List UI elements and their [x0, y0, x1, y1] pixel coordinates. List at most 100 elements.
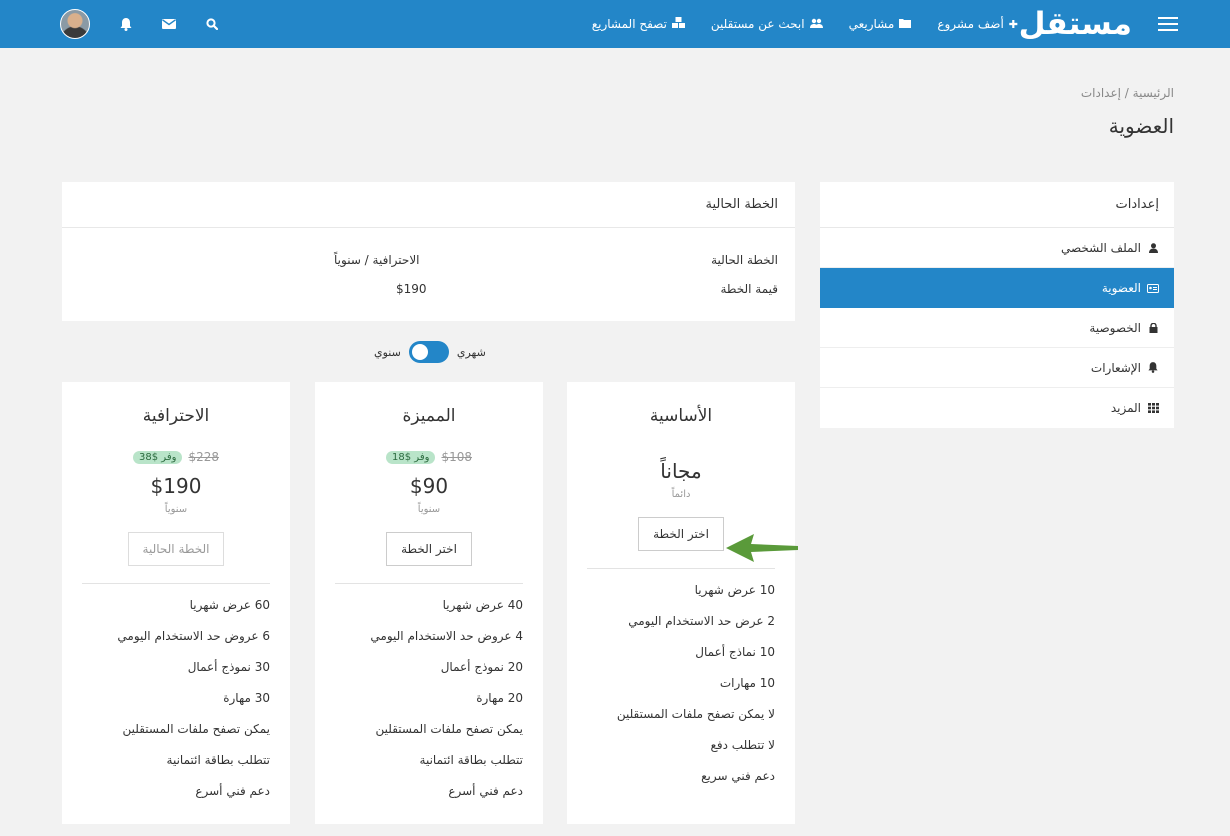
feature-item: 60 عرض شهريا — [189, 598, 270, 612]
user-avatar[interactable] — [60, 9, 90, 39]
plan-card-basic: الأساسية مجاناً دائماً اختر الخطة 10 عرض… — [567, 382, 795, 824]
current-plan-button: الخطة الحالية — [127, 532, 225, 566]
plan-card-professional: الاحترافية $228 وفر $38 $190 سنوياً الخط… — [62, 382, 290, 824]
plan-name: الاحترافية — [142, 406, 210, 426]
toggle-label-monthly: شهري — [456, 345, 486, 359]
breadcrumb-separator: / — [1124, 86, 1129, 100]
plan-card-premium: المميزة $108 وفر $18 $90 سنوياً اختر الخ… — [315, 382, 543, 824]
breadcrumb-home[interactable]: الرئيسية — [1133, 86, 1174, 100]
feature-item: 30 نموذج أعمال — [187, 660, 270, 674]
feature-item: دعم فني أسرع — [195, 784, 270, 798]
breadcrumb-current: إعدادات — [1080, 86, 1121, 100]
billing-period-switch[interactable] — [408, 341, 449, 363]
nav-add-project[interactable]: ✚ أضف مشروع — [937, 17, 1018, 31]
plan-period: دائماً — [671, 489, 691, 500]
nav-link-label: تصفح المشاريع — [591, 17, 667, 31]
plan-features: 10 عرض شهريا 2 عرض حد الاستخدام اليومي 1… — [567, 575, 795, 792]
breadcrumb: الرئيسية / إعدادات — [1081, 86, 1174, 100]
plan-price: مجاناً — [660, 459, 702, 483]
plan-price: $90 — [409, 474, 449, 498]
folder-icon — [899, 18, 912, 31]
feature-item: 4 عروض حد الاستخدام اليومي — [370, 629, 523, 643]
divider — [82, 583, 270, 584]
settings-sidebar: إعدادات الملف الشخصي العضوية الخصوصية ال… — [820, 182, 1174, 428]
feature-item: 10 عرض شهريا — [694, 583, 775, 597]
top-icons — [60, 0, 218, 48]
old-price: $228 — [188, 450, 219, 464]
plan-period: سنوياً — [417, 504, 441, 515]
feature-item: يمكن تصفح ملفات المستقلين — [122, 722, 270, 736]
sidebar-item-label: الملف الشخصي — [1061, 240, 1141, 255]
sidebar-item-privacy[interactable]: الخصوصية — [820, 308, 1174, 348]
sidebar-item-more[interactable]: المزيد — [820, 388, 1174, 428]
current-plan-heading: الخطة الحالية — [62, 182, 795, 228]
sidebar-item-notifications[interactable]: الإشعارات — [820, 348, 1174, 388]
annotation-arrow-icon — [726, 534, 798, 562]
feature-item: 30 مهارة — [223, 691, 270, 705]
plan-features: 40 عرض شهريا 4 عروض حد الاستخدام اليومي … — [315, 590, 543, 807]
lock-icon — [1147, 322, 1159, 333]
current-plan-label: الخطة الحالية — [711, 253, 778, 267]
sidebar-heading: إعدادات — [820, 182, 1174, 228]
search-icon[interactable] — [206, 18, 218, 30]
sidebar-item-label: الخصوصية — [1089, 320, 1141, 335]
menu-icon[interactable] — [1158, 14, 1178, 34]
feature-item: 6 عروض حد الاستخدام اليومي — [117, 629, 270, 643]
plan-value-amount: $190 — [396, 282, 427, 296]
price-discount-line: $228 وفر $38 — [62, 448, 290, 466]
feature-item: 20 مهارة — [476, 691, 523, 705]
user-icon — [1147, 242, 1159, 253]
site-logo[interactable]: مستقل — [1019, 4, 1133, 44]
nav-browse-projects[interactable]: تصفح المشاريع — [592, 17, 685, 31]
old-price: $108 — [441, 450, 472, 464]
sidebar-item-label: الإشعارات — [1090, 360, 1141, 375]
feature-item: 10 مهارات — [719, 676, 775, 690]
billing-toggle: سنوي شهري — [374, 340, 486, 364]
plan-price: $190 — [150, 474, 202, 498]
nav-link-label: أضف مشروع — [937, 17, 1004, 31]
feature-item: 40 عرض شهريا — [442, 598, 523, 612]
feature-item: دعم فني أسرع — [448, 784, 523, 798]
save-badge: وفر $38 — [133, 450, 183, 464]
feature-item: يمكن تصفح ملفات المستقلين — [375, 722, 523, 736]
sidebar-item-label: العضوية — [1101, 281, 1141, 295]
envelope-icon[interactable] — [162, 19, 176, 29]
nav-links: ✚ أضف مشروع مشاريعي ابحث عن مستقلين تصفح… — [592, 0, 1018, 48]
page-title: العضوية — [1108, 114, 1174, 138]
choose-plan-button[interactable]: اختر الخطة — [386, 532, 472, 566]
nav-my-projects[interactable]: مشاريعي — [849, 17, 912, 31]
switch-knob — [411, 344, 428, 360]
grid-icon — [1147, 403, 1159, 413]
sidebar-item-membership[interactable]: العضوية — [820, 268, 1174, 308]
bell-icon — [1147, 362, 1159, 373]
feature-item: دعم فني سريع — [701, 769, 775, 783]
sidebar-item-label: المزيد — [1110, 401, 1141, 415]
divider — [587, 568, 775, 569]
plan-features: 60 عرض شهريا 6 عروض حد الاستخدام اليومي … — [62, 590, 290, 807]
divider — [335, 583, 523, 584]
cubes-icon — [671, 17, 685, 31]
sidebar-item-profile[interactable]: الملف الشخصي — [820, 228, 1174, 268]
users-icon — [809, 18, 823, 31]
feature-item: لا يمكن تصفح ملفات المستقلين — [616, 707, 775, 721]
current-plan-panel: الخطة الحالية الخطة الحالية الاحترافية /… — [62, 182, 795, 321]
feature-item: 20 نموذج أعمال — [440, 660, 523, 674]
top-navbar: مستقل ✚ أضف مشروع مشاريعي ابحث عن مستقلي… — [0, 0, 1230, 48]
plan-period: سنوياً — [164, 504, 188, 515]
id-card-icon — [1147, 283, 1159, 293]
plan-value-label: قيمة الخطة — [720, 282, 778, 296]
plus-icon: ✚ — [1008, 17, 1018, 31]
current-plan-value: الاحترافية / سنوياً — [334, 253, 420, 267]
nav-find-freelancers[interactable]: ابحث عن مستقلين — [711, 17, 823, 31]
feature-item: لا تتطلب دفع — [710, 738, 776, 752]
feature-item: تتطلب بطاقة ائتمانية — [166, 753, 270, 767]
nav-link-label: ابحث عن مستقلين — [710, 17, 805, 31]
toggle-label-yearly: سنوي — [374, 345, 401, 359]
bell-icon[interactable] — [120, 17, 132, 31]
price-discount-line: $108 وفر $18 — [315, 448, 543, 466]
choose-plan-button[interactable]: اختر الخطة — [638, 517, 724, 551]
plan-name: الأساسية — [649, 406, 713, 426]
feature-item: 10 نماذج أعمال — [695, 645, 775, 659]
save-badge: وفر $18 — [386, 450, 436, 464]
feature-item: تتطلب بطاقة ائتمانية — [419, 753, 523, 767]
